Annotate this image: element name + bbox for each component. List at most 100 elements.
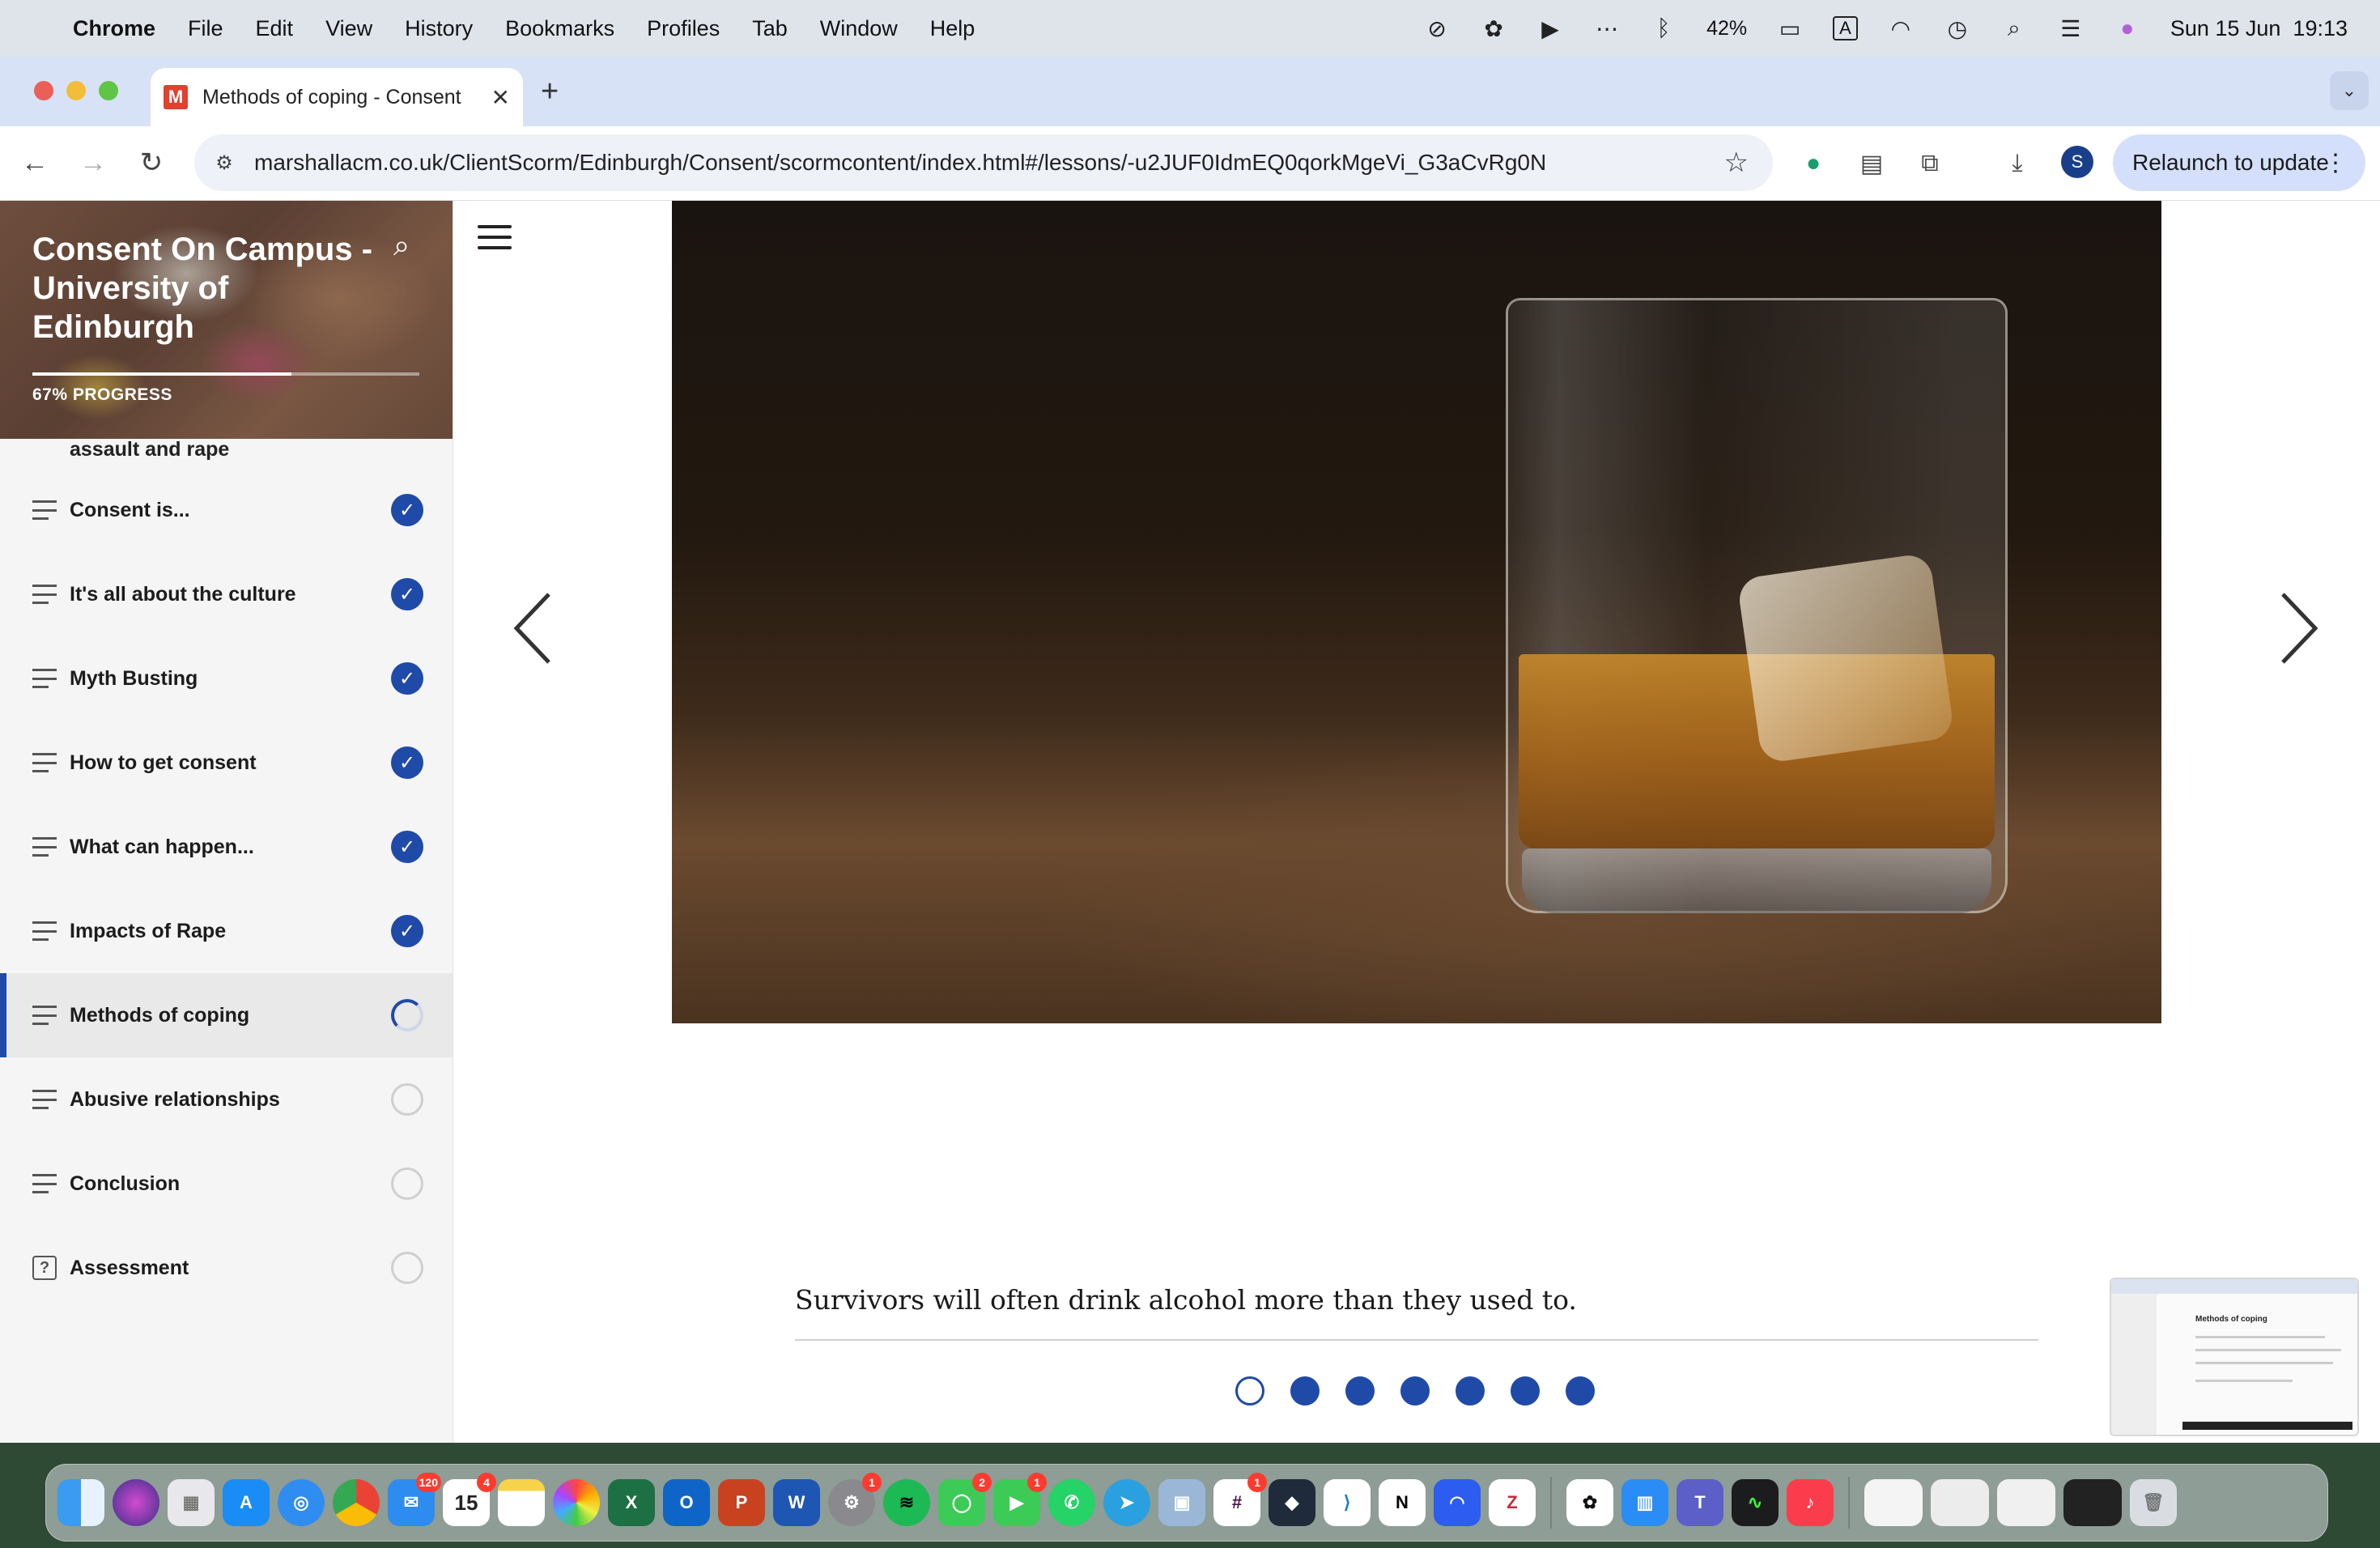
carousel-dot[interactable] [1290, 1376, 1320, 1406]
minimized-window-2[interactable] [1931, 1479, 1989, 1526]
play-icon[interactable]: ▶ [1536, 15, 1564, 42]
notion-icon[interactable]: N [1379, 1479, 1426, 1526]
activity-monitor-icon[interactable]: ∿ [1732, 1479, 1779, 1526]
launchpad-icon[interactable]: ▦ [168, 1479, 215, 1526]
finder-icon[interactable] [57, 1479, 104, 1526]
menu-tab[interactable]: Tab [752, 16, 788, 41]
carousel-dot[interactable] [1345, 1376, 1375, 1406]
sidebar-lesson-item[interactable]: Abusive relationships [0, 1057, 453, 1142]
menu-hamburger-icon[interactable] [478, 225, 512, 249]
search-icon[interactable]: ⌕ [393, 228, 410, 263]
time-machine-icon[interactable]: ◷ [1944, 15, 1971, 42]
carousel-dot[interactable] [1566, 1376, 1595, 1406]
back-arrow-icon[interactable]: ← [16, 144, 53, 181]
safari-icon[interactable]: ◎ [278, 1479, 325, 1526]
chrome-icon[interactable] [333, 1479, 380, 1526]
control-center-icon[interactable]: ☰ [2057, 15, 2085, 42]
whatsapp-icon[interactable]: ✆ [1048, 1479, 1095, 1526]
sidebar-lesson-item[interactable]: How to get consent ✓ [0, 721, 453, 805]
relaunch-to-update-button[interactable]: Relaunch to update ⋮ [2113, 134, 2365, 191]
input-source-icon[interactable]: A [1833, 16, 1858, 40]
system-settings-icon[interactable]: ⚙ 1 [828, 1473, 882, 1526]
active-tab[interactable]: M Methods of coping - Consent ✕ [151, 68, 523, 126]
focus-icon[interactable]: ⊘ [1423, 15, 1451, 42]
slack-icon[interactable]: #1 [1213, 1473, 1267, 1526]
address-url[interactable]: marshallacm.co.uk/ClientScorm/Edinburgh/… [254, 150, 1724, 176]
menu-profiles[interactable]: Profiles [647, 16, 720, 41]
menu-help[interactable]: Help [930, 16, 975, 41]
screenshot-thumbnail-preview[interactable]: Methods of coping [2110, 1278, 2359, 1436]
reading-mode-icon[interactable]: ▤ [1854, 146, 1889, 181]
powerpoint-icon[interactable]: P [718, 1479, 765, 1526]
address-bar[interactable]: ⚙ marshallacm.co.uk/ClientScorm/Edinburg… [194, 134, 1773, 191]
next-slide-arrow-icon[interactable] [2273, 588, 2322, 669]
chatgpt-icon[interactable]: ✿ [1480, 15, 1507, 42]
sidebar-lesson-item[interactable]: It's all about the culture ✓ [0, 552, 453, 636]
music-icon[interactable]: ♪ [1787, 1479, 1834, 1526]
extensions-puzzle-icon[interactable]: ⧉ [1912, 146, 1948, 181]
minimize-window-button[interactable] [66, 81, 86, 100]
menu-history[interactable]: History [405, 16, 473, 41]
carousel-dot[interactable] [1456, 1376, 1485, 1406]
sidebar-lesson-item[interactable]: Impacts of Rape ✓ [0, 889, 453, 973]
close-window-button[interactable] [34, 81, 53, 100]
chrome-menu-icon[interactable]: ⋮ [2323, 149, 2348, 177]
sidebar-lesson-item[interactable]: Conclusion [0, 1142, 453, 1226]
sidebar-lesson-item[interactable]: ? Assessment [0, 1226, 453, 1310]
cursor-app-icon[interactable]: ◆ [1269, 1479, 1315, 1526]
site-info-icon[interactable]: ⚙ [210, 149, 238, 176]
spotify-icon[interactable]: ≋ [883, 1479, 930, 1526]
telegram-icon[interactable]: ➤ [1103, 1479, 1150, 1526]
lesson-item-cut[interactable]: assault and rape [0, 439, 453, 468]
menu-app-name[interactable]: Chrome [73, 16, 155, 41]
menu-window[interactable]: Window [820, 16, 898, 41]
sidebar-lesson-item[interactable]: Myth Busting ✓ [0, 636, 453, 721]
profile-avatar[interactable]: S [2061, 146, 2093, 178]
forward-arrow-icon[interactable]: → [74, 144, 112, 181]
messages-icon[interactable]: ◯ 2 [938, 1473, 992, 1526]
trash-icon[interactable]: 🗑 [2130, 1479, 2177, 1526]
notes-icon[interactable] [498, 1479, 545, 1526]
preview-icon[interactable]: ▣ [1158, 1479, 1205, 1526]
siri-app-icon[interactable] [113, 1479, 159, 1526]
mail-icon[interactable]: ✉ 120 [388, 1473, 441, 1526]
chatgpt-app-icon[interactable]: ✿ [1566, 1479, 1613, 1526]
screen-capture-icon[interactable]: ⋯ [1593, 15, 1621, 42]
excel-icon[interactable]: X [608, 1479, 655, 1526]
photos-icon[interactable] [553, 1479, 600, 1526]
menu-edit[interactable]: Edit [256, 16, 294, 41]
zotero-icon[interactable]: Z [1489, 1479, 1536, 1526]
menu-file[interactable]: File [188, 16, 223, 41]
sidebar-lesson-item[interactable]: Consent is... ✓ [0, 468, 453, 552]
vscode-icon[interactable]: ⟩ [1324, 1479, 1371, 1526]
zoom-window-button[interactable] [99, 81, 118, 100]
spotlight-search-icon[interactable]: ⌕ [2000, 15, 2028, 42]
new-tab-icon[interactable]: + [541, 74, 559, 109]
battery-icon[interactable]: ▭ [1776, 15, 1804, 42]
keynote-icon[interactable]: ▥ [1621, 1479, 1668, 1526]
app-store-icon[interactable]: A [223, 1479, 270, 1526]
siri-icon[interactable]: ● [2114, 15, 2141, 42]
previous-slide-arrow-icon[interactable] [510, 588, 559, 669]
tab-search-chevron-icon[interactable]: ⌄ [2330, 71, 2369, 110]
minimized-window-3[interactable] [1997, 1479, 2055, 1526]
facetime-icon[interactable]: ▶ 1 [993, 1473, 1047, 1526]
menu-view[interactable]: View [325, 16, 372, 41]
reload-icon[interactable]: ↻ [133, 144, 170, 181]
downloads-icon[interactable]: ⤓ [2000, 146, 2035, 181]
minimized-window-1[interactable] [1864, 1479, 1923, 1526]
menu-bookmarks[interactable]: Bookmarks [505, 16, 614, 41]
carousel-dot[interactable] [1511, 1376, 1540, 1406]
teams-icon[interactable]: T [1677, 1479, 1723, 1526]
sidebar-lesson-item[interactable]: What can happen... ✓ [0, 805, 453, 889]
wifi-icon[interactable]: ◠ [1887, 15, 1915, 42]
sidebar-lesson-item[interactable]: Methods of coping [0, 973, 453, 1057]
carousel-dot[interactable] [1235, 1376, 1264, 1406]
minimized-window-4[interactable] [2063, 1479, 2122, 1526]
carousel-dot[interactable] [1400, 1376, 1430, 1406]
bluetooth-icon[interactable]: ᛒ [1650, 15, 1677, 42]
tab-close-icon[interactable]: ✕ [491, 84, 510, 111]
word-icon[interactable]: W [773, 1479, 820, 1526]
course-title[interactable]: Consent On Campus - University of Edinbu… [32, 230, 389, 347]
grammarly-extension-icon[interactable]: ● [1796, 146, 1831, 181]
